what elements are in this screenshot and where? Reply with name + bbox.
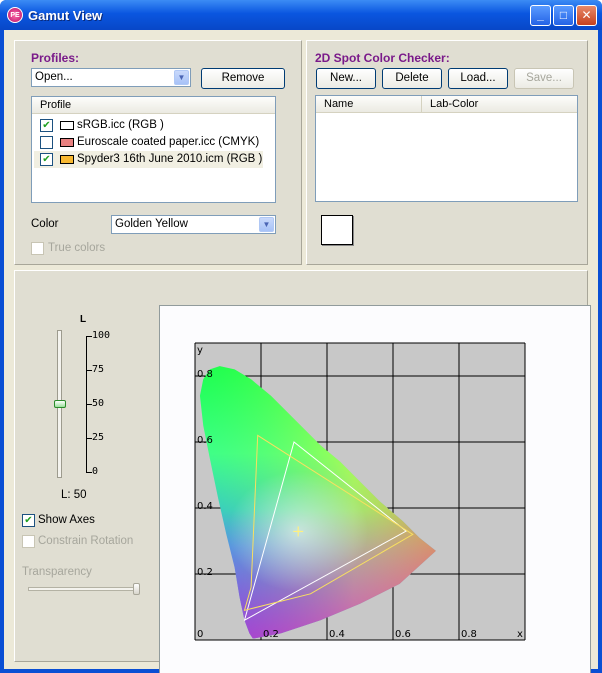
profile-name: Euroscale coated paper.icc (CMYK) (77, 136, 260, 148)
x-tick-label: 0.4 (329, 629, 345, 640)
close-icon: ✕ (581, 8, 592, 22)
color-label: Color (31, 218, 59, 230)
client-area: Profiles: Open... ▼ Remove Profile ✔ sRGB… (4, 30, 598, 673)
window-title: Gamut View (28, 8, 103, 23)
l-value-label: L: 50 (61, 489, 87, 501)
l-scale-tick-label: 100 (92, 330, 111, 341)
color-select-value: Golden Yellow (115, 218, 188, 230)
profile-row[interactable]: ✔ Spyder3 16th June 2010.icm (RGB ) (34, 151, 263, 168)
profile-name: Spyder3 16th June 2010.icm (RGB ) (77, 153, 263, 165)
delete-button[interactable]: Delete (382, 68, 442, 89)
l-scale-tick-label: 75 (92, 364, 105, 375)
lab-column-header[interactable]: Lab-Color (421, 96, 577, 113)
spot-checker-panel: 2D Spot Color Checker: New... Delete Loa… (306, 40, 588, 265)
l-slider-thumb[interactable] (54, 400, 66, 408)
profile-color-swatch (60, 138, 74, 147)
spot-color-list[interactable]: Name Lab-Color (315, 95, 578, 202)
minimize-button[interactable]: _ (530, 5, 551, 26)
xy-tab-pane: 0 0.2 0.4 0.6 0.8 0.2 0.4 0.6 0.8 x y (159, 305, 591, 673)
profile-list[interactable]: Profile ✔ sRGB.icc (RGB ) Euroscale coated… (31, 96, 276, 203)
check-icon: ✔ (24, 515, 33, 526)
x-tick-label: 0 (197, 629, 203, 640)
profile-column-label: Profile (40, 99, 72, 111)
close-button[interactable]: ✕ (576, 5, 597, 26)
profile-checkbox[interactable] (40, 136, 53, 149)
y-tick-label: 0.8 (197, 369, 213, 380)
save-button[interactable]: Save... (514, 68, 574, 89)
chevron-down-icon[interactable]: ▼ (174, 70, 189, 85)
x-tick-label: 0.2 (263, 629, 279, 640)
x-tick-label: 0.6 (395, 629, 411, 640)
lab-column-label: Lab-Color (430, 98, 479, 110)
spot-checker-header: 2D Spot Color Checker: (315, 51, 450, 65)
profile-open-combo[interactable]: Open... ▼ (31, 68, 191, 87)
x-axis-label: x (517, 629, 523, 640)
color-select[interactable]: Golden Yellow ▼ (111, 215, 276, 234)
remove-button[interactable]: Remove (201, 68, 285, 89)
profile-row[interactable]: Euroscale coated paper.icc (CMYK) (34, 134, 273, 151)
x-tick-label: 0.8 (461, 629, 477, 640)
name-column-header[interactable]: Name (316, 96, 421, 113)
constrain-rotation-checkbox[interactable] (22, 535, 35, 548)
profile-open-value: Open... (35, 71, 73, 83)
l-scale-tick-label: 0 (92, 466, 99, 477)
show-axes-checkbox[interactable]: ✔ (22, 514, 35, 527)
profile-color-swatch (60, 121, 74, 130)
transparency-track[interactable] (28, 587, 140, 591)
load-button[interactable]: Load... (448, 68, 508, 89)
y-tick-label: 0.2 (197, 567, 213, 578)
name-column-label: Name (324, 98, 354, 110)
profile-column-header[interactable]: Profile (32, 97, 275, 114)
y-tick-label: 0.4 (197, 501, 213, 512)
profile-checkbox[interactable]: ✔ (40, 119, 53, 132)
profile-color-swatch (60, 155, 74, 164)
profile-name: sRGB.icc (RGB ) (77, 119, 164, 131)
gamut-view-window: PE Gamut View _ □ ✕ Profiles: Open... ▼ … (0, 0, 602, 673)
profile-checkbox[interactable]: ✔ (40, 153, 53, 166)
l-scale-tick-label: 50 (92, 398, 105, 409)
spot-color-swatch[interactable] (321, 215, 353, 245)
profile-row[interactable]: ✔ sRGB.icc (RGB ) (34, 117, 273, 134)
chevron-down-icon[interactable]: ▼ (259, 217, 274, 232)
maximize-button[interactable]: □ (553, 5, 574, 26)
l-scale-tick-label: 25 (92, 432, 105, 443)
xy-chromaticity-chart[interactable]: 0 0.2 0.4 0.6 0.8 0.2 0.4 0.6 0.8 x y (160, 306, 590, 673)
show-axes-label: Show Axes (38, 514, 95, 526)
slider-title: L (80, 314, 87, 325)
y-tick-label: 0.6 (197, 435, 213, 446)
app-icon: PE (7, 7, 23, 23)
profiles-panel: Profiles: Open... ▼ Remove Profile ✔ sRGB… (14, 40, 302, 265)
y-axis-label: y (197, 345, 203, 356)
constrain-rotation-label: Constrain Rotation (38, 535, 134, 547)
transparency-label: Transparency (22, 566, 92, 578)
true-colors-label: True colors (48, 242, 106, 254)
profiles-header: Profiles: (31, 51, 80, 65)
transparency-thumb[interactable] (133, 583, 140, 595)
maximize-icon: □ (559, 8, 568, 22)
minimize-icon: _ (537, 8, 544, 22)
true-colors-checkbox[interactable] (31, 242, 44, 255)
title-bar[interactable]: PE Gamut View _ □ ✕ (0, 0, 602, 30)
new-button[interactable]: New... (316, 68, 376, 89)
